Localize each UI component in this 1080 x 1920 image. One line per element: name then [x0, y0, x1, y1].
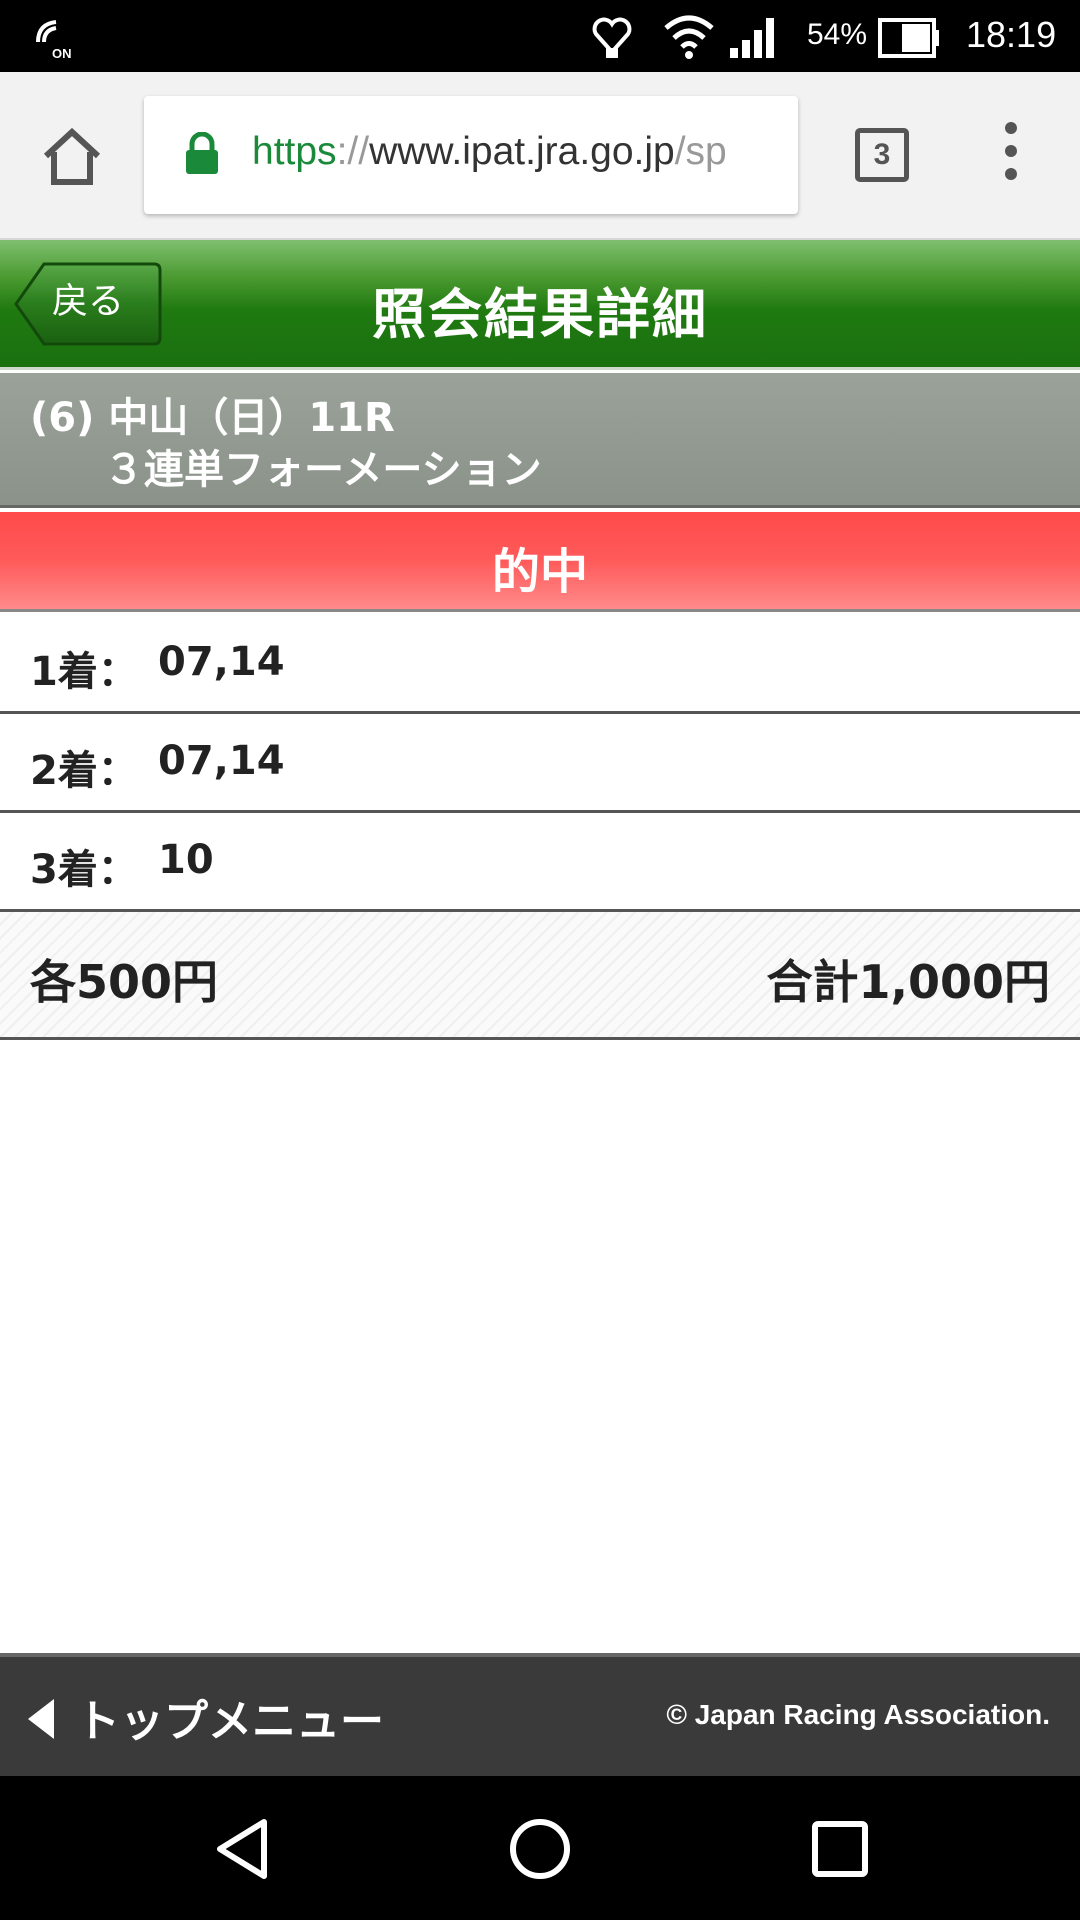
finish-position-label: 2着： [30, 748, 138, 794]
horse-numbers: 07,14 [158, 738, 285, 784]
total-amount: 合計1,000円 [766, 955, 1050, 1009]
race-info: (6) 中山（日）11R ３連単フォーメーション [0, 373, 1080, 508]
url-path: /sp [674, 130, 727, 173]
svg-text:ON: ON [52, 46, 72, 61]
result-row: 3着： 10 [0, 813, 1080, 912]
hit-status-label: 的中 [491, 544, 588, 600]
race-name: (6) 中山（日）11R [30, 395, 395, 441]
copyright: © Japan Racing Association. [666, 1699, 1050, 1730]
home-icon[interactable] [40, 124, 104, 188]
signal-icon [730, 18, 774, 58]
page-title: 照会結果詳細 [372, 283, 708, 346]
browser-toolbar: https://www.ipat.jra.go.jp/sp 3 [0, 72, 1080, 240]
horse-numbers: 10 [158, 837, 214, 883]
bet-type: ３連単フォーメーション [104, 447, 542, 493]
amount-row: 各500円 合計1,000円 [0, 912, 1080, 1040]
battery-percent: 54% [807, 18, 868, 51]
tab-switcher-button[interactable]: 3 [855, 128, 909, 182]
hit-status-banner: 的中 [0, 512, 1080, 612]
battery-icon [878, 18, 939, 58]
result-row: 1着： 07,14 [0, 615, 1080, 714]
system-nav-bar [0, 1776, 1080, 1920]
page-footer: トップメニュー © Japan Racing Association. [0, 1653, 1080, 1776]
left-triangle-icon [28, 1699, 54, 1739]
clock: 18:19 [966, 14, 1057, 55]
url-separator: :// [336, 130, 370, 173]
overflow-menu-icon[interactable] [996, 122, 1026, 192]
page-header: 戻る 照会結果詳細 [0, 240, 1080, 370]
url-scheme: https [252, 130, 337, 173]
url-host: www.ipat.jra.go.jp [369, 130, 675, 173]
back-triangle-icon[interactable] [206, 1814, 276, 1884]
home-circle-icon[interactable] [505, 1814, 575, 1884]
result-row: 2着： 07,14 [0, 714, 1080, 813]
address-bar[interactable]: https://www.ipat.jra.go.jp/sp [144, 96, 798, 214]
lock-icon [186, 132, 218, 174]
heart-rate-icon [592, 17, 632, 58]
each-amount: 各500円 [30, 955, 219, 1009]
url-text: https://www.ipat.jra.go.jp/sp [252, 130, 727, 174]
horse-numbers: 07,14 [158, 639, 285, 685]
finish-position-label: 1着： [30, 649, 138, 695]
nfc-on-icon: ON [36, 20, 72, 61]
wifi-icon [664, 15, 714, 59]
recents-square-icon[interactable] [805, 1814, 875, 1884]
finish-position-label: 3着： [30, 847, 138, 893]
top-menu-label: トップメニュー [76, 1696, 384, 1747]
status-bar: ON 54% 18:19 [0, 0, 1080, 72]
